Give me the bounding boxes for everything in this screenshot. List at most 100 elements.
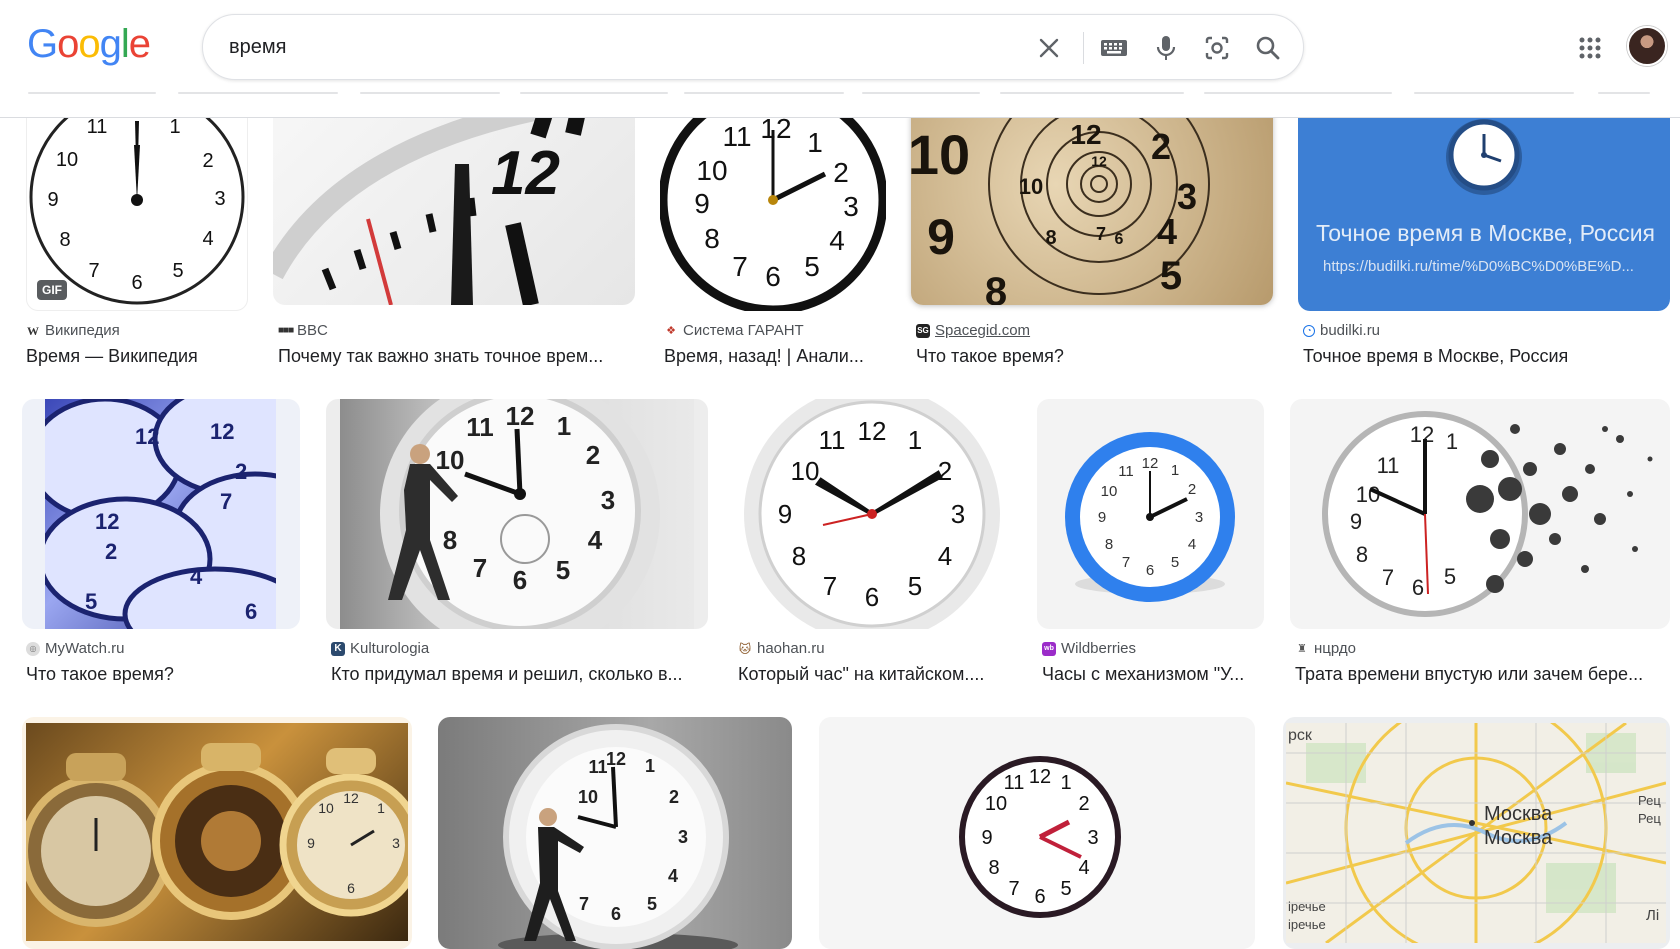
svg-text:7: 7 xyxy=(1008,878,1019,900)
svg-text:2: 2 xyxy=(105,539,117,564)
result-title[interactable]: Время — Википедия xyxy=(26,346,251,367)
svg-text:7: 7 xyxy=(1382,565,1394,590)
keyboard-icon[interactable] xyxy=(1096,30,1132,66)
svg-text:2: 2 xyxy=(1151,126,1171,167)
result-image[interactable]: 12 1 2 3 4 5 6 7 8 9 10 11 xyxy=(1037,399,1264,629)
result-source[interactable]: wb Wildberries xyxy=(1042,640,1136,657)
svg-text:3: 3 xyxy=(951,499,965,529)
svg-text:3: 3 xyxy=(1087,827,1098,849)
account-avatar[interactable] xyxy=(1627,26,1667,66)
result-source[interactable]: W Википедия xyxy=(26,322,120,339)
result-title[interactable]: Почему так важно знать точное врем... xyxy=(278,346,628,367)
result-source[interactable]: SG Spacegid.com xyxy=(916,322,1030,339)
svg-text:12: 12 xyxy=(606,749,626,769)
result-image[interactable]: 12 1 2 3 4 5 6 7 8 9 10 11 xyxy=(819,717,1255,949)
result-title[interactable]: Который час" на китайском.... xyxy=(738,664,1008,685)
svg-text:11: 11 xyxy=(466,412,494,442)
result-image[interactable]: Точное время в Москве, Россия https://bu… xyxy=(1298,104,1670,311)
result-title[interactable]: Что такое время? xyxy=(26,664,296,685)
lens-icon[interactable] xyxy=(1199,30,1235,66)
mywatch-favicon-icon: ◎ xyxy=(26,641,40,656)
result-title[interactable]: Часы с механизмом "У... xyxy=(1042,664,1262,685)
filter-chip[interactable] xyxy=(520,92,668,94)
wildberries-favicon-icon: wb xyxy=(1042,641,1056,656)
result-source-label: Spacegid.com xyxy=(935,322,1031,339)
search-icon[interactable] xyxy=(1250,30,1286,66)
result-title[interactable]: Время, назад! | Анали... xyxy=(664,346,884,367)
clear-icon[interactable] xyxy=(1031,30,1067,66)
svg-text:5: 5 xyxy=(804,251,820,282)
svg-text:9: 9 xyxy=(778,499,792,529)
filter-chip[interactable] xyxy=(1598,92,1650,94)
result-source[interactable]: ◎ MyWatch.ru xyxy=(26,640,124,657)
svg-text:7: 7 xyxy=(473,553,487,583)
svg-text:6: 6 xyxy=(865,582,879,612)
search-divider xyxy=(1083,32,1084,64)
result-source[interactable]: ♜ нцрдо xyxy=(1295,640,1356,657)
result-source[interactable]: ◔ budilki.ru xyxy=(1303,322,1380,339)
result-image[interactable]: 1 2 3 4 5 6 7 8 9 10 11 GIF xyxy=(26,104,248,311)
svg-text:2: 2 xyxy=(669,787,679,807)
result-source-label: MyWatch.ru xyxy=(45,640,125,657)
result-image[interactable]: 12 11 10 9 8 7 6 5 1 xyxy=(1290,399,1670,629)
result-title[interactable]: Что такое время? xyxy=(916,346,1256,367)
filter-chip[interactable] xyxy=(1414,92,1574,94)
result-image[interactable]: 12 12 2 12 2 4 7 6 5 xyxy=(22,399,300,629)
svg-text:3: 3 xyxy=(678,827,688,847)
result-image[interactable]: 12 xyxy=(273,104,635,305)
svg-text:1: 1 xyxy=(557,411,571,441)
filter-chip[interactable] xyxy=(360,92,500,94)
search-input[interactable] xyxy=(229,32,1009,62)
result-source[interactable]: 🐱 haohan.ru xyxy=(738,640,825,657)
svg-text:5: 5 xyxy=(85,589,97,614)
filter-chip[interactable] xyxy=(684,92,844,94)
svg-text:4: 4 xyxy=(202,228,213,250)
filter-chip[interactable] xyxy=(28,92,156,94)
svg-text:8: 8 xyxy=(1356,542,1368,567)
svg-text:9: 9 xyxy=(47,189,58,211)
result-image[interactable]: 10 9 2 3 4 5 12 10 8 7 6 12 8 xyxy=(911,104,1273,305)
result-image[interactable]: 12 1 2 3 4 5 6 7 8 9 10 11 xyxy=(733,399,1011,629)
logo-letter: e xyxy=(128,22,151,66)
result-source[interactable]: ❖ Система ГАРАНТ xyxy=(664,322,804,339)
svg-text:10: 10 xyxy=(1356,482,1380,507)
logo-letter: g xyxy=(99,22,122,66)
svg-text:11: 11 xyxy=(87,116,108,138)
svg-text:12: 12 xyxy=(1410,422,1434,447)
svg-text:12: 12 xyxy=(506,401,535,431)
svg-text:2: 2 xyxy=(938,456,952,486)
svg-text:2: 2 xyxy=(1188,481,1196,498)
map-label: Москва xyxy=(1484,827,1553,849)
svg-text:11: 11 xyxy=(588,757,607,777)
result-title[interactable]: Точное время в Москве, Россия xyxy=(1303,346,1668,367)
result-source-label: Kulturologia xyxy=(350,640,430,657)
svg-text:12: 12 xyxy=(343,790,359,806)
filter-chip[interactable] xyxy=(1000,92,1184,94)
kulturologia-favicon-icon: K xyxy=(331,641,345,656)
result-title[interactable]: Кто придумал время и решил, сколько в... xyxy=(331,664,706,685)
google-logo[interactable]: Google xyxy=(27,22,151,67)
result-image[interactable]: Москва Москва рск Рец Рец іречье іречье … xyxy=(1283,717,1670,949)
result-title[interactable]: Трата времени впустую или зачем бере... xyxy=(1295,664,1665,685)
svg-text:2: 2 xyxy=(586,440,600,470)
result-source[interactable]: K Kulturologia xyxy=(331,640,429,657)
result-image[interactable]: 12 1 3 6 9 10 xyxy=(22,717,412,949)
result-image[interactable]: 12 1 2 3 4 5 6 7 8 10 11 xyxy=(326,399,708,629)
result-image[interactable]: 1 2 3 4 5 6 7 8 9 10 11 12 xyxy=(660,104,886,311)
filter-chip[interactable] xyxy=(1204,92,1392,94)
result-source-label: BBC xyxy=(297,322,328,339)
filter-chip[interactable] xyxy=(862,92,980,94)
svg-text:12: 12 xyxy=(135,424,159,449)
svg-text:3: 3 xyxy=(601,485,615,515)
apps-grid-icon[interactable] xyxy=(1570,28,1610,68)
svg-text:10: 10 xyxy=(56,149,78,171)
result-source[interactable]: ■■■ BBC xyxy=(278,322,328,339)
svg-text:5: 5 xyxy=(1160,254,1182,298)
svg-text:8: 8 xyxy=(704,223,720,254)
result-source-label: нцрдо xyxy=(1314,640,1356,657)
filter-chips-row xyxy=(0,92,1680,95)
result-image[interactable]: 12 1 2 3 4 5 6 7 10 11 xyxy=(438,717,792,949)
filter-chip[interactable] xyxy=(178,92,338,94)
microphone-icon[interactable] xyxy=(1148,30,1184,66)
svg-text:12: 12 xyxy=(210,419,234,444)
